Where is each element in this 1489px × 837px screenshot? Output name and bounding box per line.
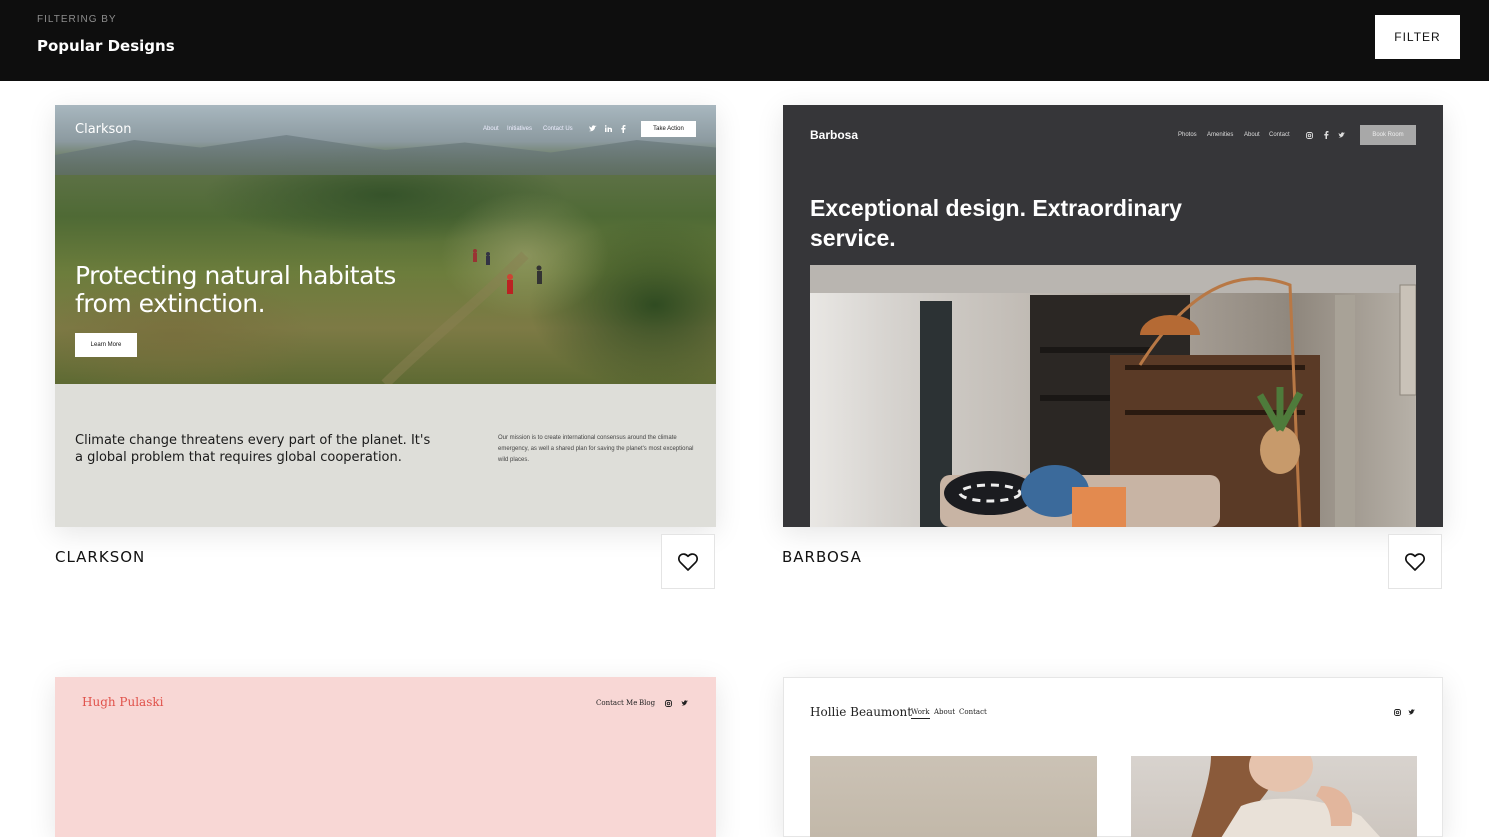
hero-heading: Exceptional design. Extraordinary servic… — [810, 195, 1182, 251]
template-preview-clarkson[interactable]: Clarkson About Initiatives Contact Us Ta… — [55, 105, 716, 527]
site-logo: Clarkson — [75, 122, 132, 137]
instagram-icon — [665, 700, 672, 707]
nav-link-amenities: Amenities — [1207, 132, 1234, 138]
portfolio-image-1 — [810, 756, 1097, 837]
favorite-button-clarkson[interactable] — [661, 534, 715, 589]
template-card-clarkson: Clarkson About Initiatives Contact Us Ta… — [55, 105, 716, 590]
template-card-hollie-beaumont: Hollie Beaumont Work About Contact — [783, 677, 1443, 837]
template-card-barbosa: Barbosa Photos Amenities About Contact B… — [782, 105, 1443, 590]
facebook-icon — [621, 125, 626, 133]
nav-link-contact-me: Contact Me — [596, 699, 638, 707]
nav-link-blog: Blog — [639, 699, 656, 707]
learn-more-button: Learn More — [75, 333, 137, 357]
instagram-icon — [1306, 132, 1313, 139]
template-card-hugh-pulaski: Hugh Pulaski Contact Me Blog — [55, 677, 716, 837]
preview-background: Barbosa Photos Amenities About Contact B… — [783, 105, 1443, 527]
linkedin-icon — [605, 125, 612, 132]
heart-icon — [678, 552, 698, 571]
interior-illustration — [810, 265, 1416, 527]
nav-link-contact: Contact — [959, 708, 987, 716]
filter-bar: FILTERING BY Popular Designs FILTER — [0, 0, 1489, 81]
preview-background: Hugh Pulaski Contact Me Blog — [55, 677, 716, 837]
nav-link-contact: Contact — [1269, 132, 1290, 138]
hikers-illustration — [381, 249, 542, 384]
twitter-icon — [1338, 132, 1346, 138]
template-preview-hugh-pulaski[interactable]: Hugh Pulaski Contact Me Blog — [55, 677, 716, 837]
instagram-icon — [1394, 709, 1401, 716]
nav-link-about: About — [1244, 132, 1260, 138]
template-title-barbosa[interactable]: BARBOSA — [782, 548, 862, 566]
heart-icon — [1405, 552, 1425, 571]
portrait-illustration — [1191, 756, 1381, 837]
nav-link-work: Work — [911, 708, 930, 719]
nav-link-about: About — [934, 708, 956, 716]
site-logo: Hugh Pulaski — [82, 695, 164, 709]
filter-button[interactable]: FILTER — [1375, 15, 1460, 59]
interior-photo — [810, 265, 1416, 527]
template-preview-hollie-beaumont[interactable]: Hollie Beaumont Work About Contact — [783, 677, 1443, 837]
mission-description: Our mission is to create international c… — [498, 435, 694, 463]
filter-value: Popular Designs — [37, 37, 175, 55]
mission-statement: Climate change threatens every part of t… — [75, 433, 431, 465]
template-title-clarkson[interactable]: CLARKSON — [55, 548, 145, 566]
site-logo: Barbosa — [810, 128, 859, 142]
twitter-icon — [1408, 709, 1416, 715]
hero-photo: Clarkson About Initiatives Contact Us Ta… — [55, 105, 716, 384]
nav-link-contact: Contact Us — [543, 126, 573, 132]
nav-link-initiatives: Initiatives — [507, 126, 533, 132]
preview-background: Hollie Beaumont Work About Contact — [783, 677, 1443, 837]
twitter-icon — [589, 125, 597, 132]
portfolio-image-2 — [1131, 756, 1417, 837]
mission-section: Climate change threatens every part of t… — [55, 384, 716, 527]
template-preview-barbosa[interactable]: Barbosa Photos Amenities About Contact B… — [783, 105, 1443, 527]
book-room-button: Book Room — [1360, 125, 1416, 145]
take-action-button: Take Action — [641, 121, 696, 137]
facebook-icon — [1324, 131, 1329, 139]
twitter-icon — [681, 700, 689, 706]
hero-heading: Protecting natural habitats from extinct… — [75, 261, 396, 318]
nav-link-photos: Photos — [1178, 132, 1197, 138]
site-logo: Hollie Beaumont — [810, 705, 913, 719]
filter-caption: FILTERING BY — [37, 14, 117, 25]
nav-link-about: About — [483, 126, 499, 132]
favorite-button-barbosa[interactable] — [1388, 534, 1442, 589]
